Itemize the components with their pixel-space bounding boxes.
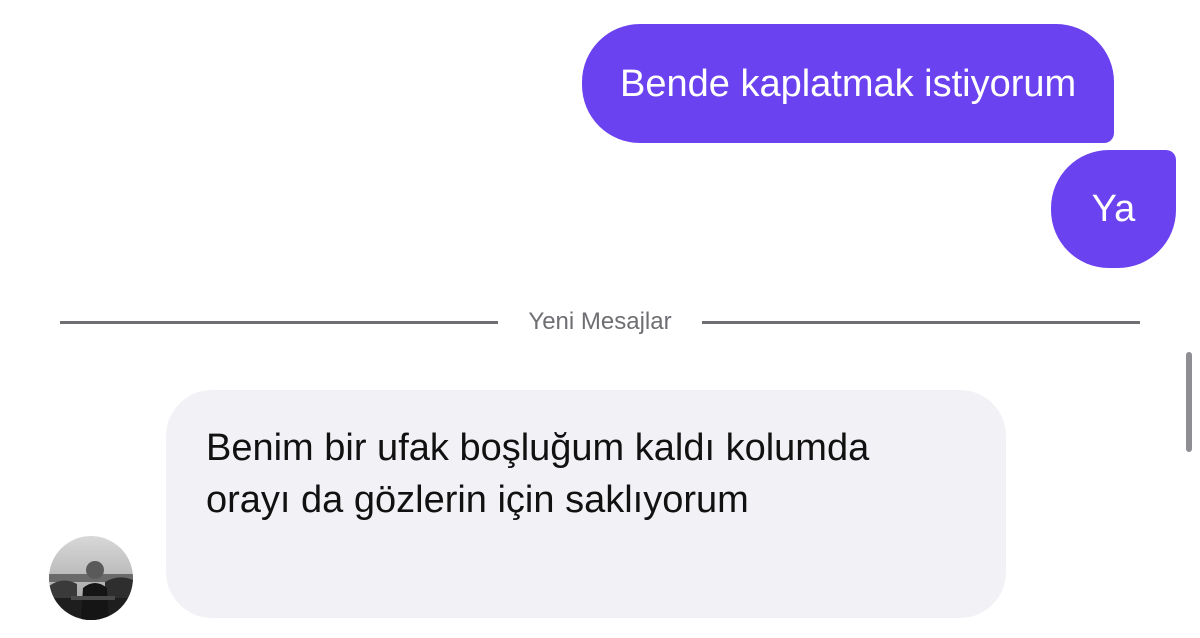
divider-line-left	[60, 320, 499, 324]
scrollbar[interactable]	[1186, 352, 1192, 452]
divider-line-right	[701, 320, 1141, 324]
divider-label: Yeni Mesajlar	[528, 308, 672, 335]
chat-thread: Bende kaplatmak istiyorum Ya Yeni Mesajl…	[0, 0, 1200, 638]
sender-avatar[interactable]	[49, 536, 133, 620]
new-messages-divider: Yeni Mesajlar	[60, 303, 1141, 341]
message-text: Bende kaplatmak istiyorum	[620, 62, 1077, 105]
outgoing-message-bubble[interactable]: Bende kaplatmak istiyorum	[582, 24, 1115, 143]
message-text-line: Benim bir ufak boşluğum kaldı kolumda	[206, 427, 870, 469]
avatar-photo-icon	[49, 536, 133, 620]
incoming-message-bubble[interactable]: Benim bir ufak boşluğum kaldı kolumda or…	[166, 390, 1006, 618]
message-text: Ya	[1091, 188, 1136, 230]
outgoing-message-bubble[interactable]: Ya	[1051, 150, 1176, 268]
message-text-line: orayı da gözlerin için saklıyorum	[206, 479, 749, 521]
